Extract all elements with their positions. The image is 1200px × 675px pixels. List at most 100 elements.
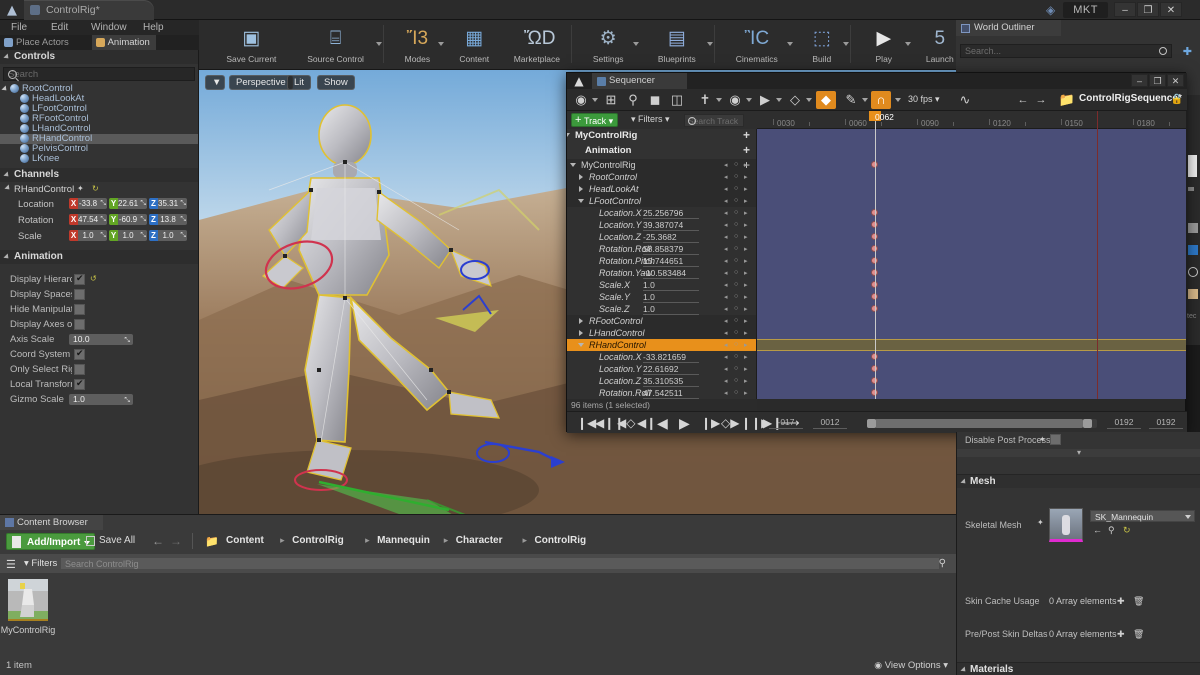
toolbar-button-build[interactable]: ⬚Build — [798, 22, 846, 66]
sequencer-tab[interactable]: Sequencer — [592, 73, 687, 89]
camera-cut-icon[interactable]: ◼ — [645, 91, 665, 109]
nav-forward-icon[interactable]: → — [170, 534, 182, 548]
next-key-button[interactable]: ◇▶ — [721, 416, 739, 430]
expand-triangle-icon[interactable] — [579, 174, 583, 180]
sequencer-channel-value[interactable]: 1.0 — [643, 292, 699, 303]
play-reverse-button[interactable]: ◀ — [657, 416, 668, 430]
expand-triangle-icon[interactable] — [1, 85, 8, 92]
sequencer-track-location-x[interactable]: Location.X25.256796◂○▸ — [567, 207, 756, 219]
sequencer-track-rotation-roll[interactable]: Rotation.Roll58.858379◂○▸ — [567, 243, 756, 255]
curve-editor-icon[interactable]: ∿ — [955, 91, 975, 109]
spinner-icon[interactable]: ⤡ — [140, 216, 146, 224]
spinner-icon[interactable]: ⤡ — [100, 216, 106, 224]
sequencer-track-location-z[interactable]: Location.Z-25.3682◂○▸ — [567, 231, 756, 243]
world-outliner-tab[interactable]: World Outliner — [956, 20, 1061, 36]
key-nav-icons[interactable]: ◂○▸ — [724, 281, 754, 289]
sequencer-channel-value[interactable]: 15.744651 — [643, 256, 699, 267]
keying-diamond-icon[interactable]: ◇ — [785, 91, 805, 109]
keyframe-area[interactable] — [757, 129, 1186, 399]
nav-forward-icon[interactable]: → — [1031, 91, 1051, 109]
menu-item-window[interactable]: Window — [84, 20, 134, 35]
chevron-down-icon[interactable] — [862, 98, 868, 102]
add-track-button[interactable]: Track ▾ — [571, 113, 618, 127]
step-back-button[interactable]: ◀❙ — [637, 416, 656, 430]
breadcrumb-character[interactable]: Character — [456, 535, 503, 546]
key-nav-icons[interactable]: ◂○▸ — [724, 329, 754, 337]
sequencer-track-lhandcontrol[interactable]: LHandControl◂○▸ — [567, 327, 756, 339]
playback-current-field[interactable]: 0012 — [813, 417, 847, 429]
content-filters-button[interactable]: ▾ Filters ▾ — [24, 558, 65, 569]
menu-item-edit[interactable]: Edit — [44, 20, 75, 35]
channel-location-z-field[interactable]: Z35.31⤡ — [149, 198, 187, 209]
view-options-eye-icon[interactable]: ◉ — [725, 91, 745, 109]
collapse-triangle-icon[interactable] — [570, 163, 576, 167]
toolbar-button-blueprints[interactable]: ▤Blueprints — [644, 22, 710, 66]
sequencer-track-scale-x[interactable]: Scale.X1.0◂○▸ — [567, 279, 756, 291]
playback-end-field[interactable]: 0192 — [1107, 417, 1141, 429]
chevron-down-icon[interactable] — [376, 42, 382, 46]
anim-prop-checkbox[interactable] — [74, 319, 85, 330]
controls-section-header[interactable]: Controls — [0, 50, 198, 64]
sequencer-maximize-button[interactable]: ❐ — [1149, 74, 1166, 87]
sequencer-minimize-button[interactable]: – — [1131, 74, 1148, 87]
folder-icon[interactable]: 📁 — [1057, 91, 1077, 109]
viewport-lit-button[interactable]: Lit — [287, 75, 311, 90]
maximize-button[interactable]: ❐ — [1137, 2, 1159, 17]
control-item-rootcontrol[interactable]: RootControl — [0, 84, 198, 94]
collapse-triangle-icon[interactable] — [578, 199, 584, 203]
playback-options-icon[interactable]: ▶ — [755, 91, 775, 109]
timeline-ruler[interactable]: 003000600090012001500180 — [757, 111, 1186, 129]
sequencer-channel-value[interactable]: 1.0 — [643, 304, 699, 315]
anim-prop-number-field[interactable]: 10.0⤡ — [69, 334, 133, 345]
asset-tile[interactable] — [8, 579, 48, 621]
chevron-down-icon[interactable] — [806, 98, 812, 102]
view-options-button[interactable]: ◉ View Options ▾ — [874, 660, 948, 671]
content-browser-tab[interactable]: Content Browser — [0, 515, 103, 530]
keyframe-icon[interactable]: ✦ — [77, 184, 84, 193]
sequencer-channel-value[interactable]: -10.583484 — [643, 268, 699, 279]
channel-scale-z-field[interactable]: Z1.0⤡ — [149, 230, 187, 241]
chevron-down-icon[interactable] — [843, 42, 849, 46]
channel-location-x-field[interactable]: X-33.8⤡ — [69, 198, 107, 209]
minimize-button[interactable]: – — [1114, 2, 1136, 17]
chevron-down-icon[interactable] — [716, 98, 722, 102]
add-import-button[interactable]: Add/Import — [6, 533, 95, 550]
save-all-button[interactable]: Save All — [86, 535, 135, 546]
chevron-down-icon[interactable] — [438, 42, 444, 46]
collapse-handle[interactable]: ▾ — [957, 449, 1200, 457]
spinner-icon[interactable]: ⤡ — [180, 232, 186, 240]
channels-section-header[interactable]: Channels — [0, 168, 198, 182]
channel-rotation-z-field[interactable]: Z13.8⤡ — [149, 214, 187, 225]
control-item-lfootcontrol[interactable]: LFootControl — [0, 104, 198, 114]
rail-search-icon[interactable] — [1188, 267, 1198, 277]
delete-element-icon[interactable]: 🗑 — [1133, 629, 1144, 640]
sequencer-track-rfootcontrol[interactable]: RFootControl◂○▸ — [567, 315, 756, 327]
browse-to-asset-icon[interactable]: ← — [1093, 525, 1102, 535]
chevron-down-icon[interactable] — [592, 98, 598, 102]
jump-to-start-button[interactable]: ❙◀ — [577, 416, 596, 430]
toolbar-button-marketplace[interactable]: ὬDMarketplace — [501, 22, 572, 66]
channel-rotation-x-field[interactable]: X47.54⤡ — [69, 214, 107, 225]
account-badge[interactable]: MKT — [1063, 2, 1108, 18]
anim-prop-checkbox[interactable] — [74, 364, 85, 375]
sequencer-track-animation[interactable]: Animation+ — [567, 144, 756, 159]
sequencer-timeline[interactable]: 003000600090012001500180 0062 — [757, 111, 1186, 399]
sequencer-channel-value[interactable]: -25.3682 — [643, 232, 699, 243]
key-nav-icons[interactable]: ◂○▸ — [724, 173, 754, 181]
close-button[interactable]: ✕ — [1160, 2, 1182, 17]
find-asset-icon[interactable]: ⚲ — [1108, 525, 1115, 536]
sequencer-channel-value[interactable]: 25.256796 — [643, 208, 699, 219]
animation-section-header[interactable]: Animation — [0, 250, 198, 264]
channel-location-y-field[interactable]: Y22.61⤡ — [109, 198, 147, 209]
disable-post-process-checkbox[interactable] — [1050, 434, 1061, 445]
anim-prop-checkbox[interactable] — [74, 289, 85, 300]
menu-item-file[interactable]: File — [4, 20, 34, 35]
chevron-down-icon[interactable] — [776, 98, 782, 102]
channel-scale-y-field[interactable]: Y1.0⤡ — [109, 230, 147, 241]
key-nav-icons[interactable]: ◂○▸ — [724, 353, 754, 361]
sequencer-channel-value[interactable]: 1.0 — [643, 280, 699, 291]
key-nav-icons[interactable]: ◂○▸ — [724, 305, 754, 313]
anim-prop-checkbox[interactable] — [74, 274, 85, 285]
key-nav-icons[interactable]: ◂○▸ — [724, 221, 754, 229]
sequencer-track-lfootcontrol[interactable]: LFootControl◂○▸ — [567, 195, 756, 207]
